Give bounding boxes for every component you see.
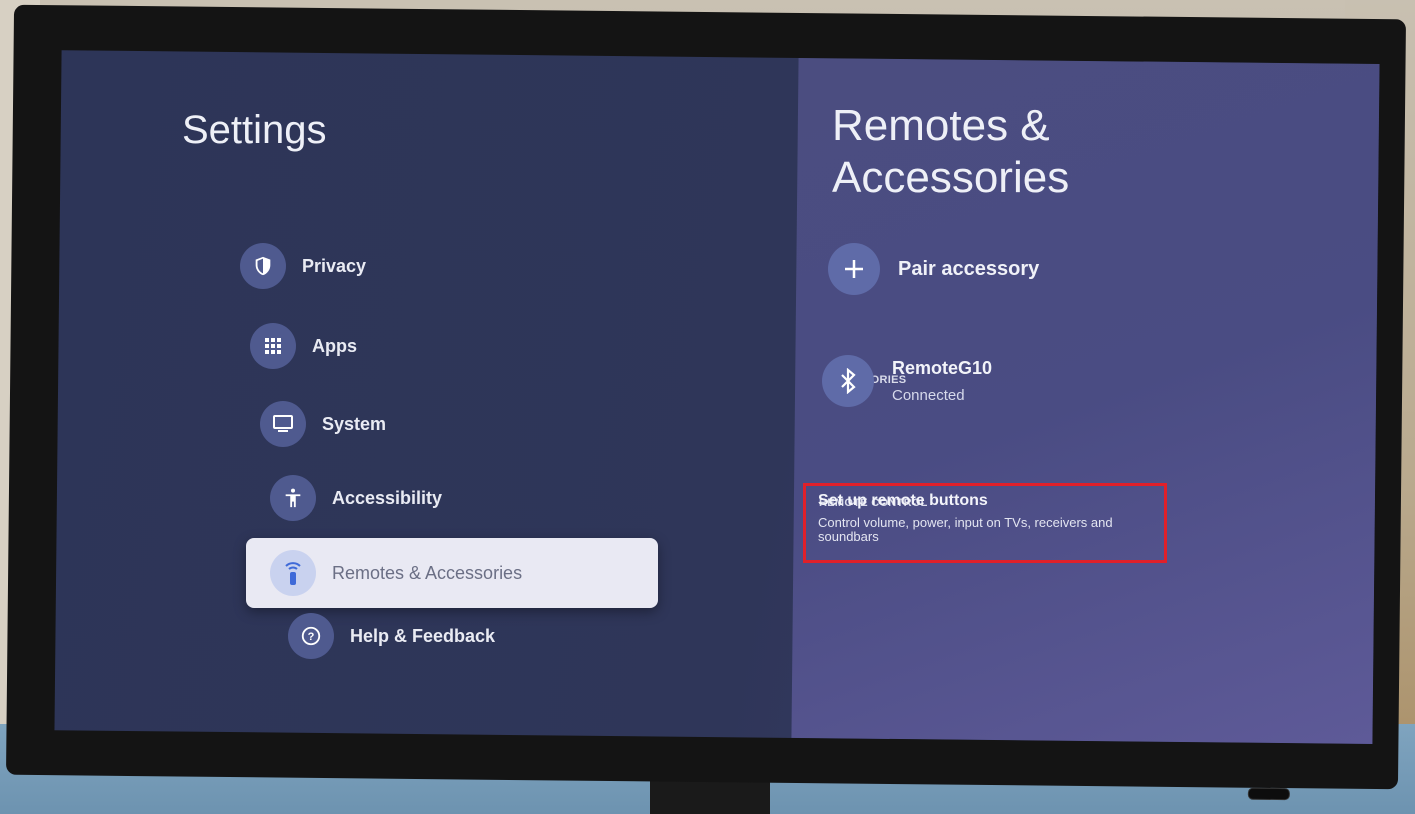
menu-item-label: Privacy: [302, 255, 367, 276]
tv-screen: [54, 50, 1380, 744]
accessibility-icon: [270, 475, 316, 521]
menu-item-accessibility[interactable]: Accessibility: [270, 470, 442, 526]
plus-icon: [828, 243, 880, 295]
menu-item-label: System: [322, 413, 387, 434]
pair-accessory-button[interactable]: Pair accessory: [828, 243, 1039, 295]
setup-remote-buttons-item[interactable]: Set up remote buttons Control volume, po…: [803, 483, 1167, 563]
menu-item-label: Help & Feedback: [350, 625, 496, 646]
bluetooth-icon: [822, 355, 874, 407]
menu-item-label: Apps: [312, 335, 357, 356]
menu-item-remotes-accessories[interactable]: Remotes & Accessories: [246, 538, 658, 608]
accessory-status: Connected: [892, 387, 965, 404]
settings-title: Settings: [182, 108, 327, 152]
power-indicator: [1247, 787, 1290, 801]
menu-item-label: Accessibility: [332, 487, 443, 508]
menu-item-system[interactable]: System: [260, 396, 386, 452]
menu-item-help-feedback[interactable]: ? Help & Feedback: [288, 608, 495, 664]
accessory-name: RemoteG10: [892, 358, 993, 378]
panel-title-line1: Remotes &: [832, 101, 1050, 150]
shield-icon: [240, 243, 286, 289]
help-icon: ?: [288, 613, 334, 659]
remote-icon: [270, 550, 316, 596]
panel-title-line2: Accessories: [832, 153, 1070, 202]
menu-item-apps[interactable]: Apps: [250, 318, 357, 374]
pair-accessory-label: Pair accessory: [898, 257, 1040, 280]
panel-title: Remotes & Accessories: [832, 100, 1069, 204]
tv-icon: [260, 401, 306, 447]
setup-remote-buttons-title: Set up remote buttons: [818, 492, 988, 509]
svg-text:?: ?: [308, 631, 315, 643]
accessory-remoteg10[interactable]: RemoteG10 Connected: [822, 355, 992, 407]
apps-grid-icon: [250, 323, 296, 369]
menu-item-label: Remotes & Accessories: [332, 562, 523, 583]
menu-item-privacy[interactable]: Privacy: [240, 238, 366, 294]
setup-remote-buttons-description: Control volume, power, input on TVs, rec…: [818, 515, 1113, 544]
